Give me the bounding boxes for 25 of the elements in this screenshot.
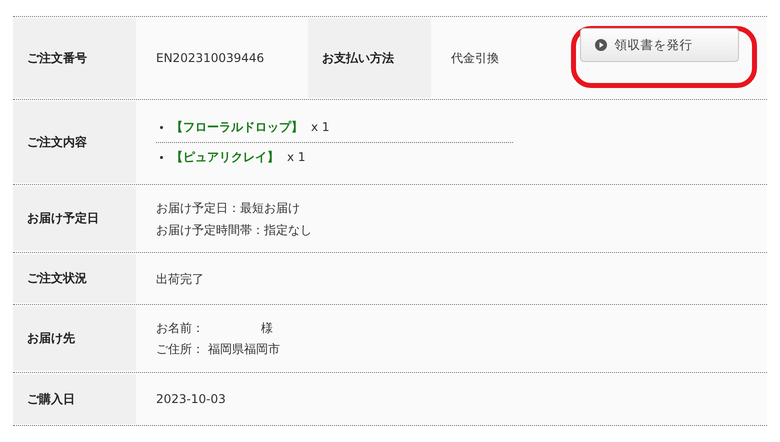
row-label: お届け予定日 [13,186,136,251]
row-value: お届け予定日：最短お届け [156,200,301,216]
receipt-button[interactable]: 領収書を発行 [580,28,738,62]
address-value: 福岡県福岡市 [208,340,280,358]
quantity: x 1 [311,120,330,134]
play-icon [594,39,606,51]
row-label: ご購入日 [13,374,136,424]
row-label: ご注文状況 [13,254,136,303]
quantity: x 1 [287,150,306,164]
address-label: ご住所： [156,340,204,358]
honorific: 様 [261,320,273,336]
row-label: ご注文番号 [13,18,136,98]
product-link[interactable]: 【ピュアリクレイ】 [171,148,279,166]
bullet-icon [160,156,163,158]
row-value: 2023-10-03 [156,391,227,408]
order-number: EN202310039446 [136,18,308,98]
bullet-icon [160,126,163,128]
row-value: 出荷完了 [156,270,205,288]
name-label: お名前： [156,320,204,336]
row-label: ご注文内容 [13,101,136,183]
row-label: お届け先 [13,306,136,371]
payment-method: 代金引換 [431,18,561,98]
product-link[interactable]: 【フローラルドロップ】 [171,118,303,136]
row-value: お届け予定時間帯：指定なし [156,222,313,238]
row-label: お支払い方法 [308,18,431,98]
